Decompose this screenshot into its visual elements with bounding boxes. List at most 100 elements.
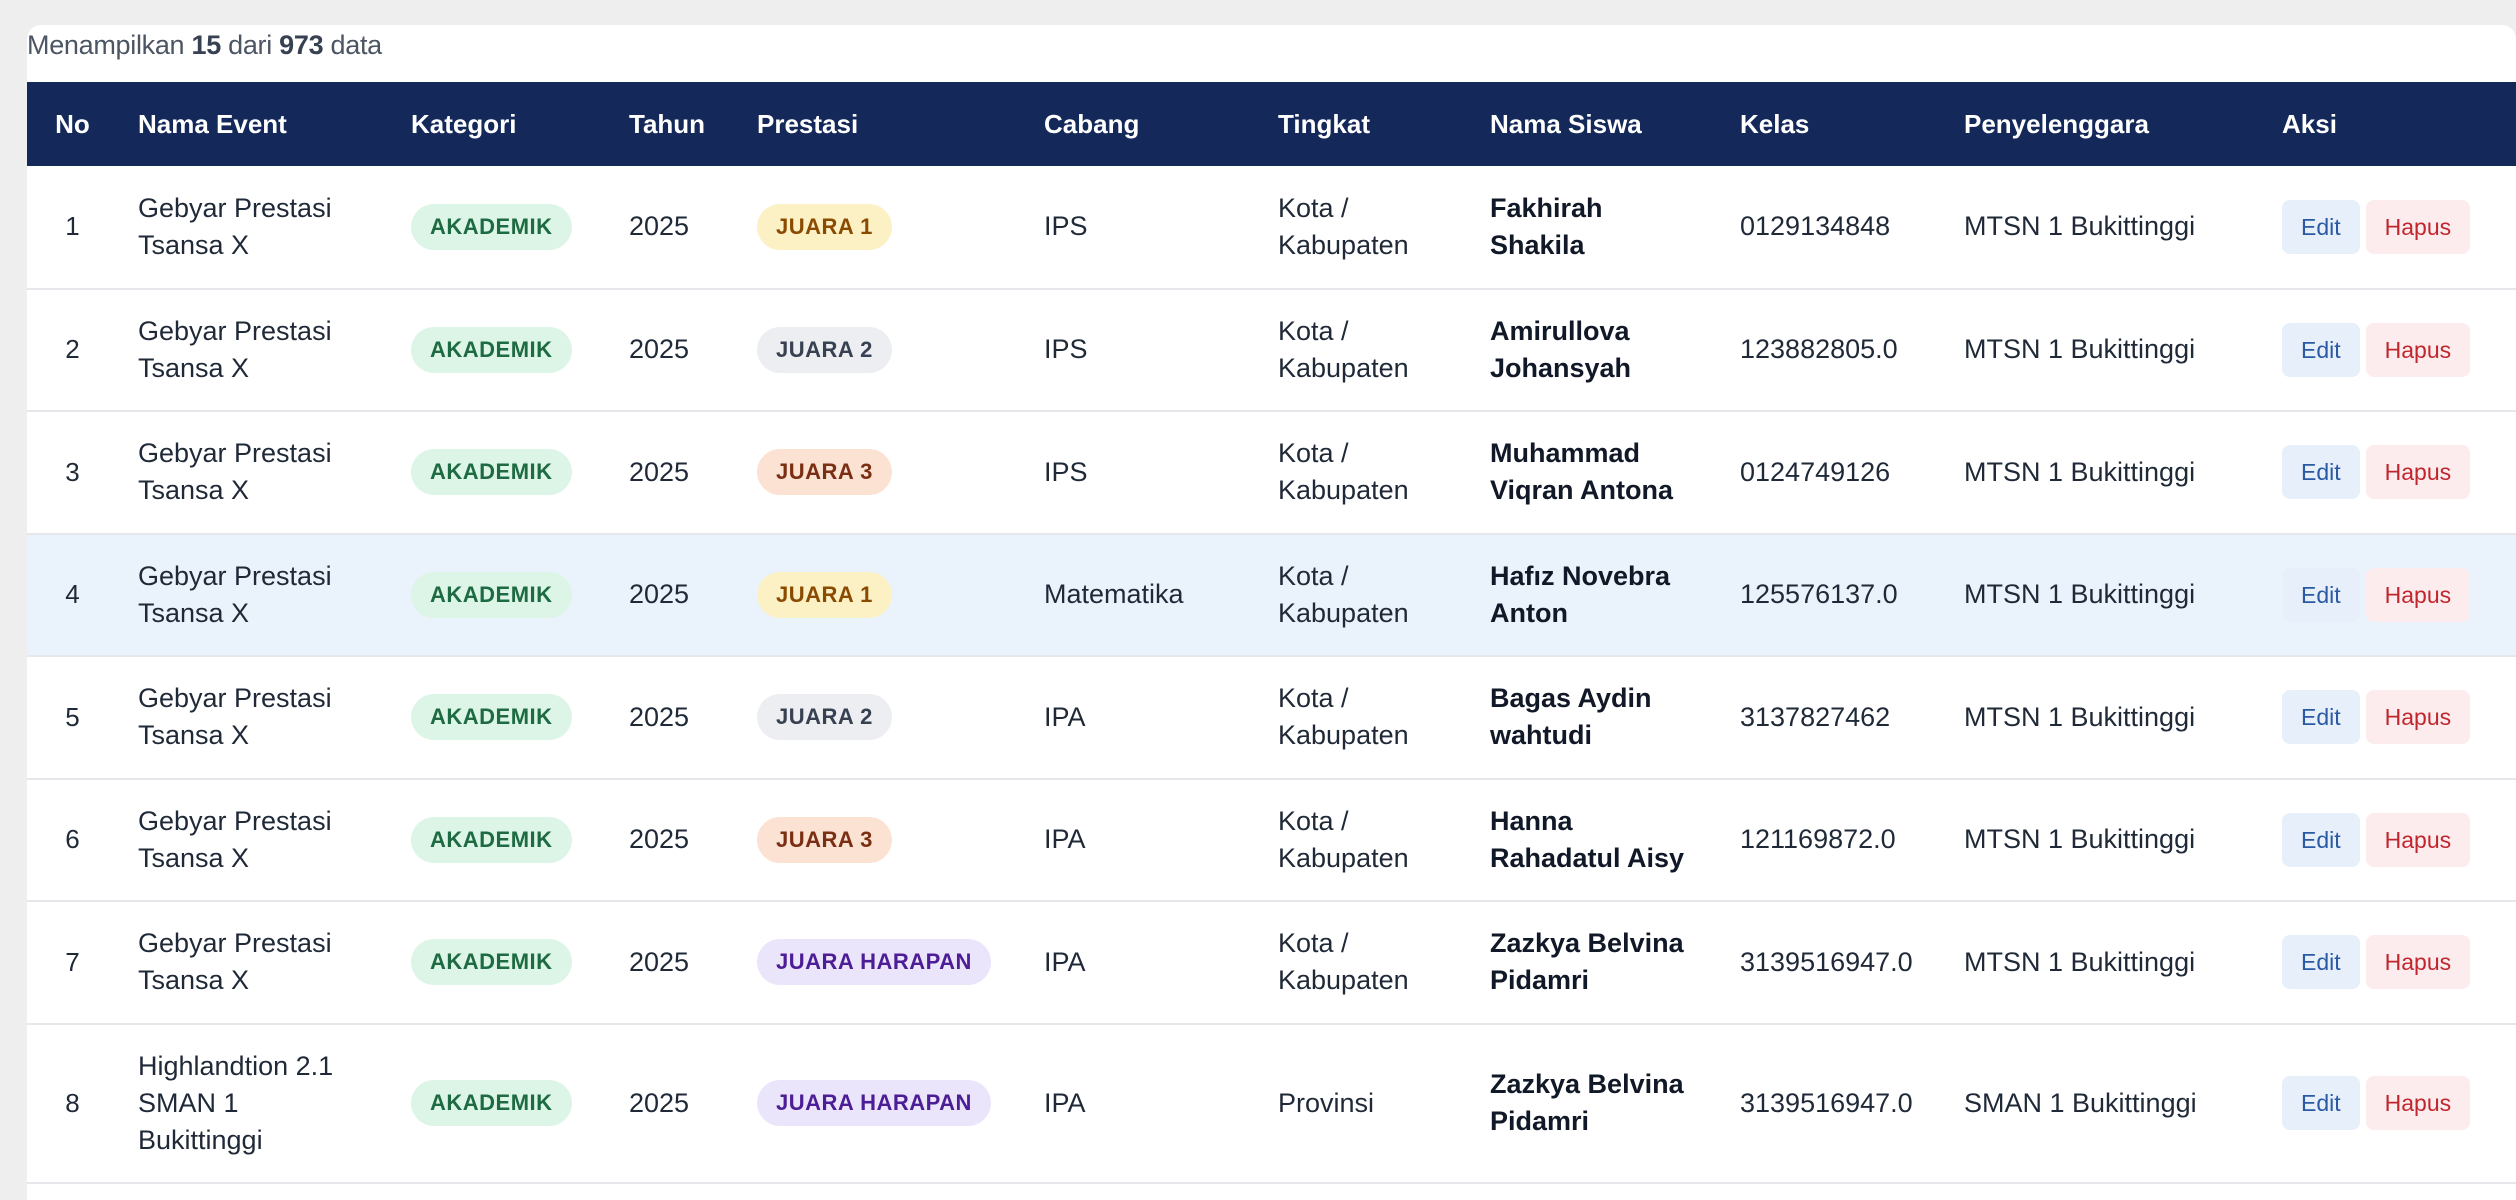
table-row: 7 Gebyar Prestasi Tsansa X AKADEMIK 2025 … [27,901,2516,1024]
prestasi-badge: JUARA 3 [757,816,892,863]
col-tahun[interactable]: Tahun [609,82,737,166]
kategori-cell: AKADEMIK [391,289,609,412]
penyelenggara-cell: MTSN 1 Bukittinggi [1964,824,2196,855]
actions-cell: Edit Hapus [2262,289,2516,412]
table-row: 8 Highlandtion 2.1 SMAN 1 Bukittinggi AKAD… [27,1024,2516,1183]
kategori-badge: AKADEMIK [411,694,572,741]
delete-button[interactable]: Hapus [2365,935,2471,990]
event-name: Gebyar Prestasi Tsansa X [138,560,332,628]
table-row: 1 Gebyar Prestasi Tsansa X AKADEMIK 2025 … [27,166,2516,289]
edit-button[interactable]: Edit [2282,445,2360,500]
kategori-badge: AKADEMIK [411,1080,572,1126]
student-name: Bagas Aydin wahtudi [1490,683,1652,751]
student-name: Hafız Novebra Anton [1490,560,1671,628]
kategori-badge: AKADEMIK [411,571,572,618]
row-no: 7 [65,946,80,977]
delete-button[interactable]: Hapus [2365,1076,2471,1130]
prestasi-cell: JUARA 1 [737,166,1024,289]
table-body: 1 Gebyar Prestasi Tsansa X AKADEMIK 2025 … [27,166,2516,1183]
achievements-table: No Nama Event Kategori Tahun Prestasi Ca… [27,82,2516,1184]
delete-button[interactable]: Hapus [2365,322,2471,377]
edit-button[interactable]: Edit [2282,812,2360,867]
penyelenggara-cell: MTSN 1 Bukittinggi [1964,701,2196,732]
tingkat-cell: Kota / Kabupaten [1278,683,1409,751]
event-name: Gebyar Prestasi Tsansa X [138,315,332,383]
edit-button[interactable]: Edit [2282,199,2360,254]
summary-total-count: 973 [279,30,324,60]
col-cabang[interactable]: Cabang [1024,82,1258,166]
delete-button[interactable]: Hapus [2365,812,2471,867]
col-kelas[interactable]: Kelas [1720,82,1944,166]
cabang-cell: IPS [1044,211,1088,242]
col-no[interactable]: No [27,82,118,166]
tahun-cell: 2025 [629,334,690,365]
cabang-cell: IPS [1044,334,1088,365]
prestasi-badge: JUARA 2 [757,326,892,373]
kategori-cell: AKADEMIK [391,901,609,1024]
tahun-cell: 2025 [629,456,690,487]
tahun-cell: 2025 [629,211,690,242]
tingkat-cell: Kota / Kabupaten [1278,805,1409,873]
student-name: Zazkya Belvina Pidamri [1490,1069,1684,1136]
edit-button[interactable]: Edit [2282,935,2360,990]
tingkat-cell: Kota / Kabupaten [1278,315,1409,383]
col-aksi: Aksi [2282,108,2337,139]
kelas-cell: 121169872.0 [1740,824,1896,855]
summary-suffix: data [330,30,383,60]
col-kategori[interactable]: Kategori [391,82,609,166]
edit-button[interactable]: Edit [2282,1076,2360,1130]
delete-button[interactable]: Hapus [2365,690,2471,745]
row-no: 8 [65,1087,80,1118]
student-name: Fakhirah Shakila [1490,192,1603,260]
prestasi-cell: JUARA HARAPAN [737,901,1024,1024]
row-no: 1 [65,211,80,242]
event-name: Highlandtion 2.1 SMAN 1 Bukittinggi [138,1050,334,1155]
prestasi-cell: JUARA HARAPAN [737,1024,1024,1183]
summary-shown-count: 15 [191,30,221,60]
cabang-cell: IPA [1044,701,1086,732]
summary-prefix: Menampilkan [27,30,185,60]
edit-button[interactable]: Edit [2282,690,2360,745]
kategori-cell: AKADEMIK [391,411,609,534]
prestasi-badge: JUARA 2 [757,694,892,741]
delete-button[interactable]: Hapus [2365,567,2471,622]
col-siswa[interactable]: Nama Siswa [1470,82,1720,166]
table-row: 2 Gebyar Prestasi Tsansa X AKADEMIK 2025 … [27,289,2516,412]
kelas-cell: 125576137.0 [1740,579,1898,610]
student-name: Amirullova Johansyah [1490,315,1632,383]
kelas-cell: 0129134848 [1740,211,1891,242]
kategori-cell: AKADEMIK [391,534,609,657]
student-name: Zazkya Belvina Pidamri [1490,928,1684,996]
event-name: Gebyar Prestasi Tsansa X [138,683,332,751]
edit-button[interactable]: Edit [2282,322,2360,377]
col-tingkat[interactable]: Tingkat [1258,82,1470,166]
event-name: Gebyar Prestasi Tsansa X [138,805,332,873]
prestasi-badge: JUARA 3 [757,449,892,496]
actions-cell: Edit Hapus [2262,656,2516,779]
prestasi-cell: JUARA 1 [737,534,1024,657]
col-penyelenggara[interactable]: Penyelenggara [1944,82,2262,166]
actions-cell: Edit Hapus [2262,534,2516,657]
col-event[interactable]: Nama Event [118,82,391,166]
row-no: 2 [65,334,80,365]
delete-button[interactable]: Hapus [2365,445,2471,500]
event-name: Gebyar Prestasi Tsansa X [138,928,332,996]
student-name: Hanna Rahadatul Aisy [1490,805,1685,873]
cabang-cell: IPA [1044,946,1086,977]
tingkat-cell: Kota / Kabupaten [1278,192,1409,260]
col-prestasi[interactable]: Prestasi [737,82,1024,166]
record-summary: Menampilkan 15 dari 973 data [27,25,2516,82]
kategori-badge: AKADEMIK [411,203,572,250]
edit-button[interactable]: Edit [2282,567,2360,622]
kategori-badge: AKADEMIK [411,326,572,373]
tahun-cell: 2025 [629,1087,690,1118]
kelas-cell: 3139516947.0 [1740,946,1913,977]
prestasi-cell: JUARA 3 [737,411,1024,534]
cabang-cell: IPA [1044,1087,1086,1118]
table-header: No Nama Event Kategori Tahun Prestasi Ca… [27,82,2516,166]
actions-cell: Edit Hapus [2262,901,2516,1024]
kelas-cell: 123882805.0 [1740,334,1898,365]
actions-cell: Edit Hapus [2262,779,2516,902]
kategori-badge: AKADEMIK [411,816,572,863]
delete-button[interactable]: Hapus [2365,199,2471,254]
